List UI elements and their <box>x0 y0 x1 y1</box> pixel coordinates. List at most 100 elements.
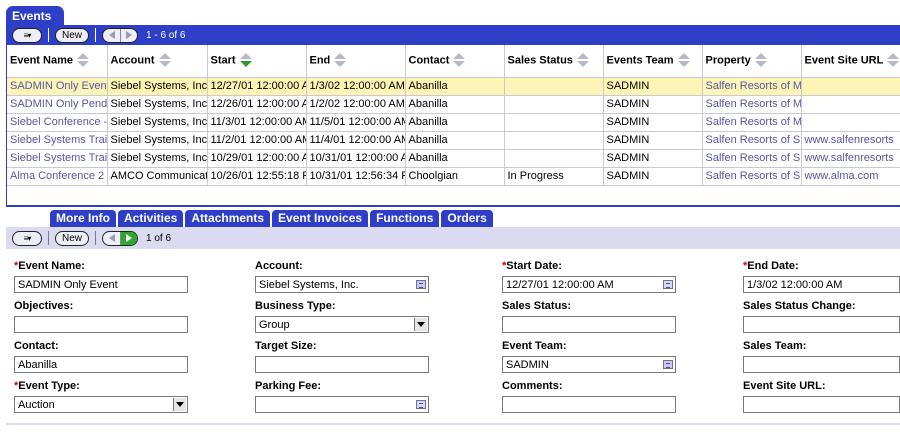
table-row[interactable]: SADMIN Only Pendin Siebel Systems, Inc 12/… <box>7 95 900 114</box>
column-header-label: Contact <box>408 54 450 67</box>
table-cell[interactable]: www.salfenresorts <box>801 149 900 168</box>
column-header[interactable]: Event Name <box>7 45 108 78</box>
sort-icon[interactable] <box>76 53 90 68</box>
event-type-select[interactable]: Auction <box>14 396 188 413</box>
tab-event-invoices[interactable]: Event Invoices <box>272 210 369 227</box>
table-cell[interactable]: Alma Conference 2 <box>7 167 108 186</box>
table-cell[interactable]: Salfen Resorts of S <box>702 149 802 168</box>
table-cell: 1/3/02 12:00:00 AM <box>306 77 406 96</box>
sort-descending-icon <box>453 61 466 68</box>
table-row[interactable]: Siebel Systems Trai Siebel Systems, Inc 11… <box>7 131 900 150</box>
column-header[interactable]: Start <box>207 45 307 78</box>
account-input[interactable]: Siebel Systems, Inc. <box>255 276 429 293</box>
sort-ascending-icon <box>453 53 466 60</box>
parking-fee-input[interactable] <box>255 396 429 413</box>
target-size-input[interactable] <box>255 356 429 373</box>
table-cell: 10/26/01 12:55:18 P <box>207 167 307 186</box>
sort-descending-icon <box>76 61 89 68</box>
column-header[interactable]: End <box>306 45 406 78</box>
table-cell[interactable]: Salfen Resorts of S <box>702 131 802 150</box>
column-header-label: Event Site URL <box>804 54 884 67</box>
table-cell[interactable]: Salfen Resorts of M <box>702 113 802 132</box>
end-date-input[interactable]: 1/3/02 12:00:00 AM <box>743 276 900 293</box>
business-type-select[interactable]: Group <box>255 316 429 333</box>
column-header[interactable]: Contact <box>405 45 505 78</box>
objectives-input[interactable] <box>14 316 188 333</box>
table-cell[interactable]: Siebel Conference - <box>7 113 108 132</box>
tab-activities[interactable]: Activities <box>118 210 184 227</box>
form-next-button[interactable] <box>120 231 138 245</box>
column-header[interactable]: Sales Status <box>504 45 604 78</box>
tab-functions[interactable]: Functions <box>370 210 440 227</box>
tab-attachments[interactable]: Attachments <box>185 210 271 227</box>
start-date-input[interactable]: 12/27/01 12:00:00 AM <box>502 276 676 293</box>
table-cell[interactable]: www.alma.com <box>801 167 900 186</box>
sort-icon[interactable] <box>158 53 172 68</box>
table-cell: Abanilla <box>405 77 505 96</box>
table-cell[interactable]: Siebel Systems Trai <box>7 131 108 150</box>
sort-icon[interactable] <box>887 53 900 68</box>
table-cell[interactable]: Salfen Resorts of M <box>702 77 802 96</box>
event-site-url-input[interactable] <box>743 396 900 413</box>
column-header[interactable]: Events Team <box>603 45 703 78</box>
sort-icon[interactable] <box>576 53 590 68</box>
sort-icon[interactable] <box>754 53 768 68</box>
column-header[interactable]: Event Site URL <box>801 45 900 78</box>
business-type-label: Business Type: <box>255 300 336 312</box>
event-form: *Event Name: SADMIN Only Event Objective… <box>6 249 900 425</box>
event-team-value: SADMIN <box>506 359 549 371</box>
table-body: SADMIN Only Event Siebel Systems, Inc 12/2… <box>7 77 900 186</box>
column-header[interactable]: Property <box>702 45 802 78</box>
dropdown-arrow-icon[interactable] <box>414 318 427 331</box>
table-cell[interactable]: Siebel Systems Trai <box>7 149 108 168</box>
events-table: Event Name Account Start End Contact Sales St… <box>7 45 900 186</box>
events-list-grid: Event Name Account Start End Contact Sales St… <box>6 45 900 207</box>
sales-team-input[interactable] <box>743 356 900 373</box>
table-row[interactable]: Siebel Conference - Siebel Systems, Inc 11… <box>7 113 900 132</box>
contact-input[interactable]: Abanilla <box>14 356 188 373</box>
prev-record-icon <box>108 31 115 39</box>
column-header-label: Event Name <box>10 54 73 67</box>
list-prev-button[interactable] <box>103 29 120 42</box>
sales-status-label: Sales Status: <box>502 300 572 312</box>
comments-input[interactable] <box>502 396 676 413</box>
calendar-icon[interactable] <box>663 280 673 289</box>
sort-icon[interactable] <box>334 53 347 68</box>
table-cell: Abanilla <box>405 149 505 168</box>
end-date-label: End Date: <box>747 260 799 272</box>
pick-applet-icon[interactable] <box>416 280 426 289</box>
list-next-button[interactable] <box>120 28 137 42</box>
sales-status-change-input[interactable] <box>743 316 900 333</box>
form-menu-button[interactable]: ≡▾ <box>12 230 42 246</box>
table-cell[interactable]: SADMIN Only Pendin <box>7 95 108 114</box>
event-team-input[interactable]: SADMIN <box>502 356 676 373</box>
table-cell[interactable]: SADMIN Only Event <box>7 77 108 96</box>
sort-ascending-icon <box>887 53 900 60</box>
form-prev-button[interactable] <box>103 232 120 245</box>
tab-orders[interactable]: Orders <box>441 210 493 227</box>
sort-icon[interactable] <box>239 53 253 68</box>
sort-icon[interactable] <box>677 53 691 68</box>
tab-more-info[interactable]: More Info <box>50 210 116 227</box>
form-new-button[interactable]: New <box>55 230 90 246</box>
business-type-value: Group <box>259 319 290 331</box>
sort-icon[interactable] <box>453 53 466 68</box>
calculator-icon[interactable] <box>416 400 426 409</box>
column-header[interactable]: Account <box>107 45 208 78</box>
dropdown-arrow-icon[interactable] <box>173 398 186 411</box>
table-row[interactable]: SADMIN Only Event Siebel Systems, Inc 12/2… <box>7 77 900 96</box>
list-new-button[interactable]: New <box>55 27 90 43</box>
table-cell[interactable]: Salfen Resorts of M <box>702 95 802 114</box>
event-name-input[interactable]: SADMIN Only Event <box>14 276 188 293</box>
table-row[interactable]: Alma Conference 2 AMCO Communicatio 10/26/… <box>7 167 900 186</box>
event-type-label: Event Type: <box>18 380 80 392</box>
table-row[interactable]: Siebel Systems Trai Siebel Systems, Inc 10… <box>7 149 900 168</box>
sort-descending-icon <box>158 61 171 68</box>
table-cell: Siebel Systems, Inc <box>107 77 208 96</box>
table-cell[interactable]: Salfen Resorts of S <box>702 167 802 186</box>
sales-status-input[interactable] <box>502 316 676 333</box>
table-cell <box>504 131 604 150</box>
list-menu-button[interactable]: ≡▾ <box>12 27 42 43</box>
pick-applet-icon[interactable] <box>663 360 673 369</box>
table-cell[interactable]: www.salfenresorts <box>801 131 900 150</box>
